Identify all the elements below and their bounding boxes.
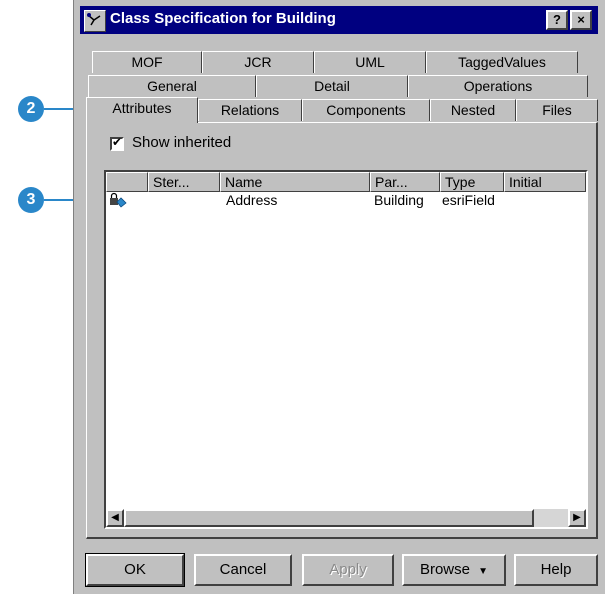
help-title-button[interactable]: ? [546,10,568,30]
callout-2: 2 [18,96,44,122]
column-header-stereotype[interactable]: Ster... [148,172,220,192]
tab-taggedvalues[interactable]: TaggedValues [426,51,578,73]
tab-general[interactable]: General [88,75,256,97]
apply-button[interactable]: Apply [302,554,394,586]
column-header-name[interactable]: Name [220,172,370,192]
cell-name: Address [226,192,278,208]
column-header-type[interactable]: Type [440,172,504,192]
ok-button[interactable]: OK [85,553,185,587]
scroll-right-icon[interactable]: ▶ [568,509,586,527]
attributes-list[interactable]: Ster... Name Par... Type Initial Address… [104,170,588,529]
scroll-thumb[interactable] [124,509,534,527]
cancel-button[interactable]: Cancel [194,554,292,586]
tab-jcr[interactable]: JCR [202,51,314,73]
browse-label: Browse [419,561,470,578]
cell-parent: Building [374,192,424,208]
browse-button[interactable]: Browse ▼ [402,554,506,586]
cell-type: esriField [442,192,495,208]
tab-attributes[interactable]: Attributes [86,97,198,123]
horizontal-scrollbar[interactable]: ◀ ▶ [106,509,586,527]
column-header-icon[interactable] [106,172,148,192]
column-header-parent[interactable]: Par... [370,172,440,192]
attribute-lock-icon [108,192,128,210]
show-inherited-label[interactable]: Show inherited [132,134,231,151]
tab-detail[interactable]: Detail [256,75,408,97]
show-inherited-checkbox[interactable]: ✔ [110,135,124,151]
close-button[interactable]: × [570,10,592,30]
class-specification-dialog: Class Specification for Building ? × MOF… [73,0,605,594]
tab-nested[interactable]: Nested [430,99,516,121]
app-icon [84,10,106,32]
tab-mof[interactable]: MOF [92,51,202,73]
tab-files[interactable]: Files [516,99,598,121]
tab-components[interactable]: Components [302,99,430,121]
title-bar[interactable]: Class Specification for Building ? × [80,6,598,34]
help-button[interactable]: Help [514,554,598,586]
tab-operations[interactable]: Operations [408,75,588,97]
tab-relations[interactable]: Relations [198,99,302,121]
window-title: Class Specification for Building [110,10,336,27]
chevron-down-icon: ▼ [478,566,489,577]
scroll-left-icon[interactable]: ◀ [106,509,124,527]
column-header-initial[interactable]: Initial [504,172,586,192]
callout-3: 3 [18,187,44,213]
tab-uml[interactable]: UML [314,51,426,73]
check-mark-icon: ✔ [112,135,123,149]
